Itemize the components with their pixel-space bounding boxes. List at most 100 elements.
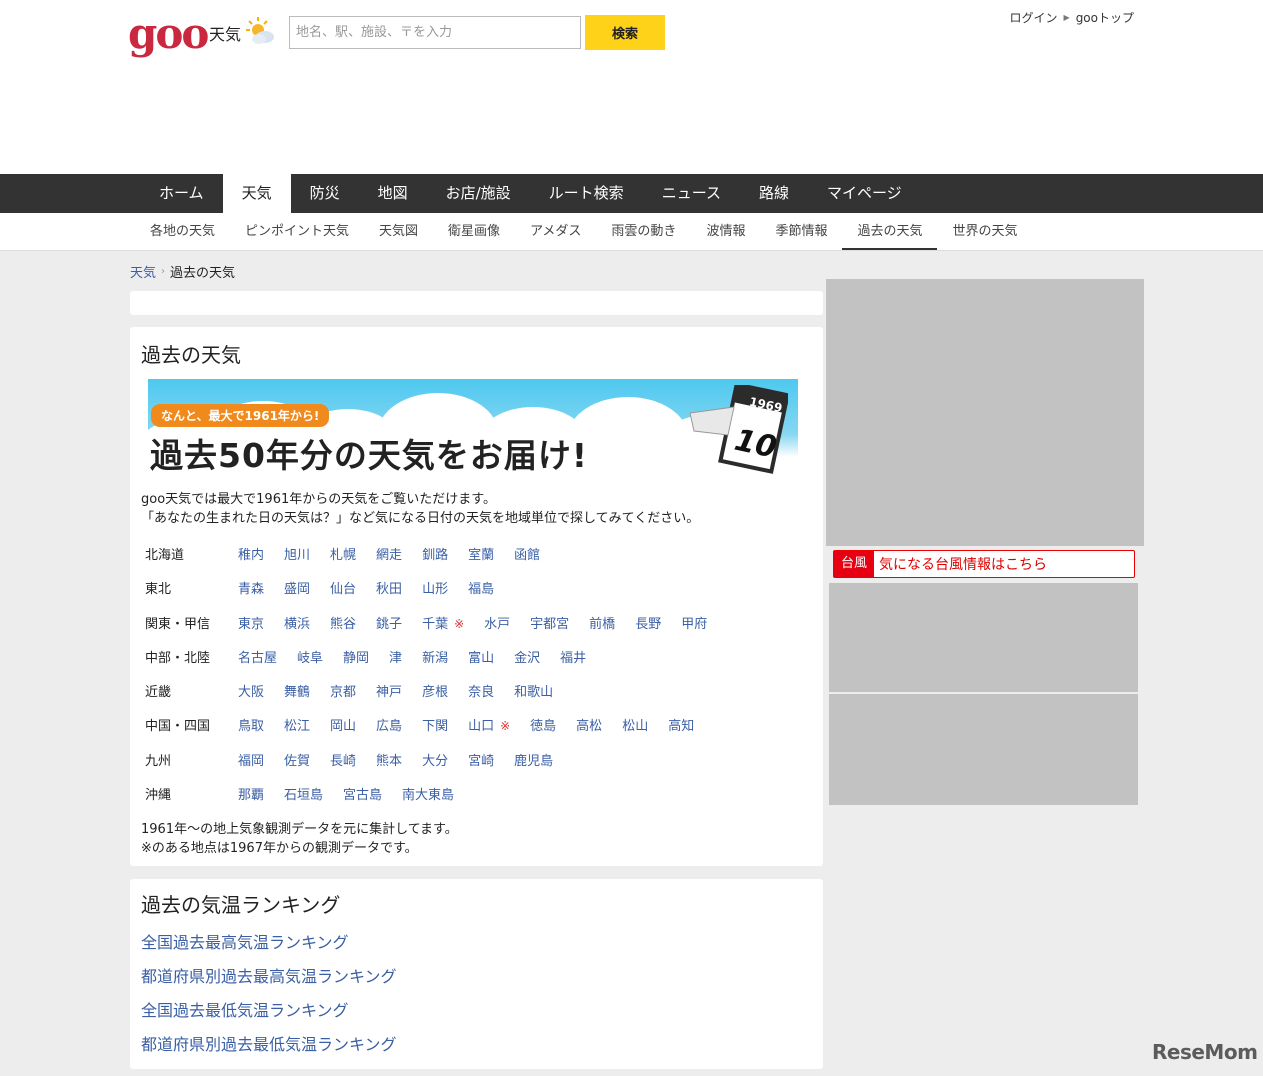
city-link[interactable]: 神戸: [376, 673, 402, 700]
search-button[interactable]: 検索: [585, 15, 665, 50]
login-link[interactable]: ログイン: [1010, 9, 1058, 26]
region-name: 九州: [145, 753, 172, 769]
city-link[interactable]: 名古屋: [238, 639, 277, 666]
city-link[interactable]: 石垣島: [284, 776, 323, 803]
city-link[interactable]: 福岡: [238, 742, 264, 769]
city-link[interactable]: 京都: [330, 673, 356, 700]
city-link[interactable]: 銚子: [376, 605, 402, 632]
city-link[interactable]: 和歌山: [514, 673, 553, 700]
city-link[interactable]: 熊谷: [330, 605, 356, 632]
city-link[interactable]: 福井: [560, 639, 586, 666]
city-link[interactable]: 長崎: [330, 742, 356, 769]
breadcrumb-weather-link[interactable]: 天気: [130, 262, 156, 281]
nav-item-home[interactable]: ホーム: [140, 174, 223, 213]
goo-top-link[interactable]: gooトップ: [1076, 9, 1134, 26]
nav-item-mypage[interactable]: マイページ: [808, 174, 921, 213]
region-list: 北海道 稚内 旭川 札幌 網走 釧路 室蘭 函館 東北 青森 盛岡 仙台 秋田 山形 福島 関東・甲信 東京 横浜…: [145, 536, 727, 810]
city-link[interactable]: 鳥取: [238, 707, 264, 734]
nav-item-disaster[interactable]: 防災: [291, 174, 359, 213]
nav-item-shops[interactable]: お店/施設: [427, 174, 530, 213]
sub-nav-pinpoint[interactable]: ピンポイント天気: [230, 213, 364, 251]
city-link[interactable]: 札幌: [330, 536, 356, 563]
ranking-link-pref-min[interactable]: 都道府県別過去最低気温ランキング: [141, 1031, 397, 1065]
city-link[interactable]: 青森: [238, 570, 264, 597]
city-link[interactable]: 岐阜: [297, 639, 323, 666]
city-link[interactable]: 水戸: [484, 605, 510, 632]
city-link[interactable]: 大阪: [238, 673, 264, 700]
ad-slot-middle[interactable]: [829, 583, 1138, 692]
city-link[interactable]: 静岡: [343, 639, 369, 666]
city-link[interactable]: 仙台: [330, 570, 356, 597]
city-link[interactable]: 鹿児島: [514, 742, 553, 769]
nav-item-weather[interactable]: 天気: [222, 174, 291, 214]
city-link[interactable]: 宇都宮: [530, 605, 569, 632]
city-link[interactable]: 彦根: [422, 673, 448, 700]
city-link[interactable]: 高松: [576, 707, 602, 734]
nav-item-train[interactable]: 路線: [740, 174, 808, 213]
city-link[interactable]: 松江: [284, 707, 310, 734]
sub-nav-rain-radar[interactable]: 雨雲の動き: [596, 213, 691, 251]
city-link[interactable]: 山形: [422, 570, 448, 597]
typhoon-banner[interactable]: 台風 気になる台風情報はこちら: [833, 550, 1135, 578]
city-link[interactable]: 宮古島: [343, 776, 382, 803]
city-link[interactable]: 盛岡: [284, 570, 310, 597]
past-weather-banner[interactable]: なんと、最大で1961年から! 過去50年分の天気をお届け! 1969 10: [148, 379, 798, 479]
intro-line-2: 「あなたの生まれた日の天気は？」など気になる日付の天気を地域単位で探してみてくだ…: [141, 511, 700, 526]
city-link[interactable]: 釧路: [422, 536, 448, 563]
city-link[interactable]: 富山: [468, 639, 494, 666]
sub-nav-local[interactable]: 各地の天気: [135, 213, 230, 251]
city-link[interactable]: 高知: [668, 707, 694, 734]
city-link[interactable]: 大分: [422, 742, 448, 769]
city-link[interactable]: 松山: [622, 707, 648, 734]
city-link[interactable]: 秋田: [376, 570, 402, 597]
city-link[interactable]: 広島: [376, 707, 402, 734]
nav-item-map[interactable]: 地図: [359, 174, 427, 213]
search-input[interactable]: [289, 16, 581, 49]
ranking-link-national-max[interactable]: 全国過去最高気温ランキング: [141, 929, 397, 963]
city-link[interactable]: 稚内: [238, 536, 264, 563]
sub-nav-satellite[interactable]: 衛星画像: [433, 213, 515, 251]
ranking-link-pref-max[interactable]: 都道府県別過去最高気温ランキング: [141, 963, 397, 997]
city-link[interactable]: 福島: [468, 570, 494, 597]
sub-nav-weather-map[interactable]: 天気図: [364, 213, 433, 251]
city-link[interactable]: 網走: [376, 536, 402, 563]
city-link[interactable]: 宮崎: [468, 742, 494, 769]
city-link[interactable]: 甲府: [681, 605, 707, 632]
city-link[interactable]: 下関: [422, 707, 448, 734]
region-row: 沖縄 那覇 石垣島 宮古島 南大東島: [145, 776, 727, 810]
ad-slot-bottom[interactable]: [829, 694, 1138, 805]
city-link[interactable]: 津: [389, 639, 402, 666]
city-link[interactable]: 徳島: [530, 707, 556, 734]
nav-item-news[interactable]: ニュース: [643, 174, 740, 213]
city-link[interactable]: 新潟: [422, 639, 448, 666]
ad-slot-top[interactable]: [826, 279, 1144, 546]
city-link[interactable]: 室蘭: [468, 536, 494, 563]
sub-nav-world[interactable]: 世界の天気: [937, 213, 1032, 251]
nav-item-route[interactable]: ルート検索: [530, 174, 643, 213]
weather-logo-label[interactable]: 天気: [209, 21, 241, 45]
sub-nav-seasonal[interactable]: 季節情報: [760, 213, 842, 251]
city-link[interactable]: 奈良: [468, 673, 494, 700]
sub-nav-past-weather[interactable]: 過去の天気: [842, 213, 938, 250]
sub-nav-waves[interactable]: 波情報: [691, 213, 760, 251]
sub-nav-amedas[interactable]: アメダス: [515, 213, 596, 251]
city-link[interactable]: 前橋: [589, 605, 615, 632]
city-link[interactable]: 岡山: [330, 707, 356, 734]
city-link[interactable]: 山口 ※: [468, 707, 510, 734]
city-link[interactable]: 佐賀: [284, 742, 310, 769]
city-link[interactable]: 旭川: [284, 536, 310, 563]
goo-logo[interactable]: goo: [128, 13, 209, 55]
city-link[interactable]: 千葉 ※: [422, 605, 464, 632]
ranking-title: 過去の気温ランキング: [141, 893, 341, 917]
city-link[interactable]: 横浜: [284, 605, 310, 632]
typhoon-link[interactable]: 気になる台風情報はこちら: [879, 554, 1047, 574]
city-link[interactable]: 熊本: [376, 742, 402, 769]
city-link[interactable]: 函館: [514, 536, 540, 563]
ranking-link-national-min[interactable]: 全国過去最低気温ランキング: [141, 997, 397, 1031]
city-link[interactable]: 舞鶴: [284, 673, 310, 700]
city-link[interactable]: 金沢: [514, 639, 540, 666]
city-link[interactable]: 那覇: [238, 776, 264, 803]
city-link[interactable]: 長野: [635, 605, 661, 632]
city-link[interactable]: 南大東島: [402, 776, 454, 803]
city-link[interactable]: 東京: [238, 605, 264, 632]
